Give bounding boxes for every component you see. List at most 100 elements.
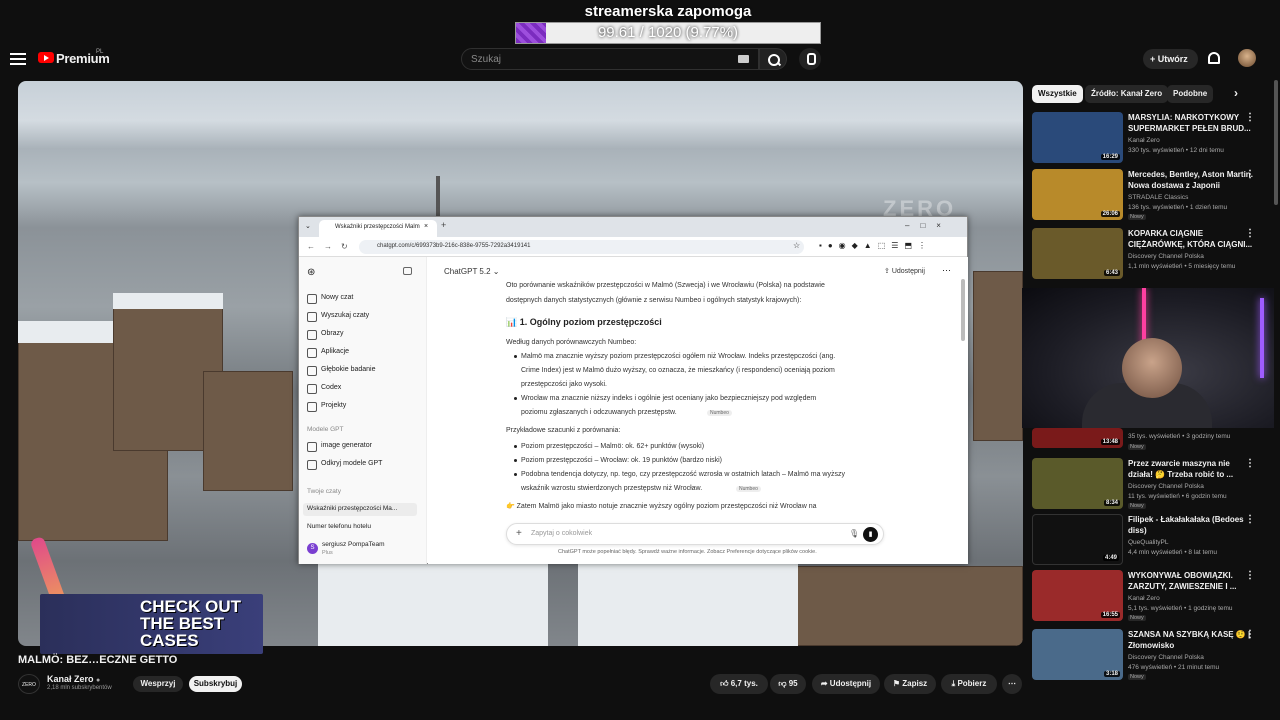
recommended-video[interactable]: 6:43 KOPARKA CIĄGNIE CIĘŻARÓWKĘ, KTÓRA C… [1032, 228, 1272, 282]
more-options-icon[interactable]: ⋯ [942, 265, 951, 276]
recommended-video[interactable]: 26:06 Mercedes, Bentley, Aston Martin. N… [1032, 169, 1272, 223]
video-thumbnail[interactable]: 16:29 [1032, 112, 1123, 163]
download-button[interactable]: ⤓ Pobierz [941, 674, 997, 694]
menu-icon[interactable] [10, 53, 26, 65]
sidebar-item-explore-gpts[interactable]: Odkryj modele GPT [307, 460, 382, 470]
more-options-icon[interactable]: ⋮ [1245, 514, 1255, 525]
video-title[interactable]: MARSYLIA: NARKOTYKOWY SUPERMARKET PEŁEN … [1128, 112, 1256, 134]
conclusion-text: 👉 Zatem Malmö jako miasto notuje znaczni… [506, 503, 817, 510]
video-channel[interactable]: QueQualityPL [1128, 539, 1168, 546]
sidebar-item-images[interactable]: Obrazy [307, 330, 344, 340]
create-button[interactable]: + Utwórz [1143, 49, 1198, 69]
video-thumbnail[interactable]: 3:18 [1032, 629, 1123, 680]
recommended-video[interactable]: 13:48 35 tys. wyświetleń • 3 godziny tem… [1032, 428, 1272, 455]
recommended-video[interactable]: 4:49 Filipek - Łakałakałaka (Bedoes diss… [1032, 514, 1272, 568]
sidebar-item-image-generator[interactable]: image generator [307, 442, 372, 452]
chat-item-crime-rates[interactable]: Wskaźniki przestępczości Ma... [307, 505, 397, 512]
recommended-video[interactable]: 3:18 SZANSA NA SZYBKĄ KASĘ 🤨 | Złomowisk… [1032, 629, 1272, 683]
voice-mode-button[interactable]: ▮ [863, 527, 878, 542]
source-badge[interactable]: Numbeo [707, 410, 732, 416]
share-button[interactable]: ⇪ Udostępnij [884, 267, 925, 275]
chat-input[interactable]: Zapytaj o cokolwiek [531, 530, 592, 537]
save-button[interactable]: ⚑ Zapisz [884, 674, 936, 694]
video-title[interactable]: Filipek - Łakałakałaka (Bedoes diss) [1128, 514, 1256, 536]
sidebar-item-apps[interactable]: Aplikacje [307, 348, 349, 358]
more-options-icon[interactable]: ⋮ [1245, 228, 1255, 239]
sidebar-item-projects[interactable]: Projekty [307, 402, 346, 412]
more-actions-icon[interactable]: ⋯ [1002, 674, 1022, 694]
browser-tab[interactable]: Wskaźniki przestępczości Malm [319, 220, 437, 237]
chat-scrollbar[interactable] [961, 279, 965, 341]
chip-source-channel[interactable]: Źródło: Kanał Zero [1085, 85, 1169, 103]
video-thumbnail[interactable]: 26:06 [1032, 169, 1123, 220]
youtube-logo-icon[interactable] [38, 52, 54, 63]
subscribe-button[interactable]: Subskrybuj [189, 676, 242, 692]
video-title[interactable]: Przez zwarcie maszyna nie działa! 🤔 Trze… [1128, 458, 1256, 480]
estimate-malmo: Poziom przestępczości – Malmö: ok. 62+ p… [514, 440, 896, 454]
sidebar-item-deep-research[interactable]: Głębokie badanie [307, 366, 376, 376]
dislike-button[interactable]: 👎︎ 95 [770, 674, 806, 694]
search-input[interactable]: Szukaj [461, 48, 759, 70]
share-video-button[interactable]: ➦ Udostępnij [812, 674, 880, 694]
video-channel[interactable]: Kanał Zero [1128, 595, 1160, 602]
video-channel[interactable]: Discovery Channel Polska [1128, 483, 1204, 490]
chat-item-hotel-phone[interactable]: Numer telefonu hotelu [307, 523, 371, 530]
video-channel[interactable]: STRADALE Classics [1128, 194, 1188, 201]
search-button[interactable] [759, 48, 787, 70]
navigation-icons[interactable]: ←→↻ [307, 242, 357, 251]
sidebar-item-codex[interactable]: Codex [307, 384, 341, 394]
chat-composer[interactable]: + Zapytaj o cokolwiek 🎙 ▮ [506, 523, 884, 545]
sidebar-item-search-chats[interactable]: Wyszukaj czaty [307, 312, 369, 322]
video-title[interactable]: WYKONYWAŁ OBOWIĄZKI. ZARZUTY, ZAWIESZENI… [1128, 570, 1256, 592]
more-options-icon[interactable]: ⋮ [1245, 458, 1255, 469]
more-options-icon[interactable]: ⋮ [1245, 570, 1255, 581]
video-thumbnail[interactable]: 13:48 [1032, 428, 1123, 448]
sidebar-item-new-chat[interactable]: Nowy czat [307, 294, 353, 304]
new-tab-icon[interactable]: + [441, 220, 446, 230]
dictate-mic-icon[interactable]: 🎙 [849, 529, 859, 538]
more-options-icon[interactable]: ⋮ [1245, 169, 1255, 180]
openai-logo-icon[interactable]: ⊛ [307, 267, 315, 278]
user-name[interactable]: sergiusz PompaTeam [322, 541, 385, 548]
avatar[interactable] [1238, 49, 1256, 67]
keyboard-icon[interactable] [738, 55, 749, 63]
video-thumbnail[interactable]: 4:49 [1032, 514, 1123, 565]
bell-icon[interactable] [1208, 52, 1220, 64]
support-button[interactable]: Wesprzyj [133, 676, 183, 692]
window-controls[interactable]: –□× [905, 221, 952, 230]
video-thumbnail[interactable]: 8:34 [1032, 458, 1123, 509]
recommended-video[interactable]: 16:29 MARSYLIA: NARKOTYKOWY SUPERMARKET … [1032, 112, 1272, 166]
video-channel[interactable]: Discovery Channel Polska [1128, 654, 1204, 661]
user-avatar[interactable]: S [307, 543, 318, 554]
voice-search-button[interactable] [799, 48, 821, 70]
more-options-icon[interactable]: ⋮ [1245, 112, 1255, 123]
chip-all[interactable]: Wszystkie [1032, 85, 1083, 103]
video-title[interactable]: KOPARKA CIĄGNIE CIĘŻARÓWKĘ, KTÓRA CIĄGNI… [1128, 228, 1256, 250]
user-plan: Plus [322, 550, 333, 556]
url-field[interactable]: chatgpt.com/c/699373b9-216c-838e-9755-72… [359, 240, 804, 254]
video-channel[interactable]: Discovery Channel Polska [1128, 253, 1204, 260]
chip-related[interactable]: Podobne [1167, 85, 1214, 103]
attach-plus-icon[interactable]: + [516, 528, 522, 539]
video-title[interactable]: Mercedes, Bentley, Aston Martin. Nowa do… [1128, 169, 1256, 191]
channel-avatar[interactable]: ZERO [18, 674, 40, 694]
extension-icons[interactable]: ▪●◉◆▲⬚☰⬒⋮ [819, 241, 932, 250]
close-tab-icon[interactable]: × [424, 223, 428, 230]
recommended-video[interactable]: 16:55 WYKONYWAŁ OBOWIĄZKI. ZARZUTY, ZAWI… [1032, 570, 1272, 624]
model-selector[interactable]: ChatGPT 5.2 ⌄ [444, 267, 499, 276]
sidebar-scrollbar[interactable] [1274, 80, 1278, 205]
more-options-icon[interactable]: ⋮ [1245, 629, 1255, 640]
channel-name[interactable]: Kanał Zero ● [47, 674, 100, 684]
recommended-video[interactable]: 8:34 Przez zwarcie maszyna nie działa! 🤔… [1032, 458, 1272, 512]
source-badge[interactable]: Numbeo [736, 486, 761, 492]
bookmark-star-icon[interactable]: ☆ [793, 241, 800, 250]
like-button[interactable]: 👍︎ 6,7 tys. [710, 674, 768, 694]
video-thumbnail[interactable]: 16:55 [1032, 570, 1123, 621]
chevron-right-icon[interactable]: › [1234, 86, 1238, 100]
sidebar-toggle-icon[interactable] [403, 267, 412, 275]
browser-window[interactable]: ⌄ Wskaźniki przestępczości Malm × + –□× … [298, 216, 968, 564]
video-channel[interactable]: Kanał Zero [1128, 137, 1160, 144]
tab-list-icon[interactable]: ⌄ [305, 222, 311, 230]
video-title[interactable]: SZANSA NA SZYBKĄ KASĘ 🤨 | Złomowisko [1128, 629, 1256, 651]
video-thumbnail[interactable]: 6:43 [1032, 228, 1123, 279]
